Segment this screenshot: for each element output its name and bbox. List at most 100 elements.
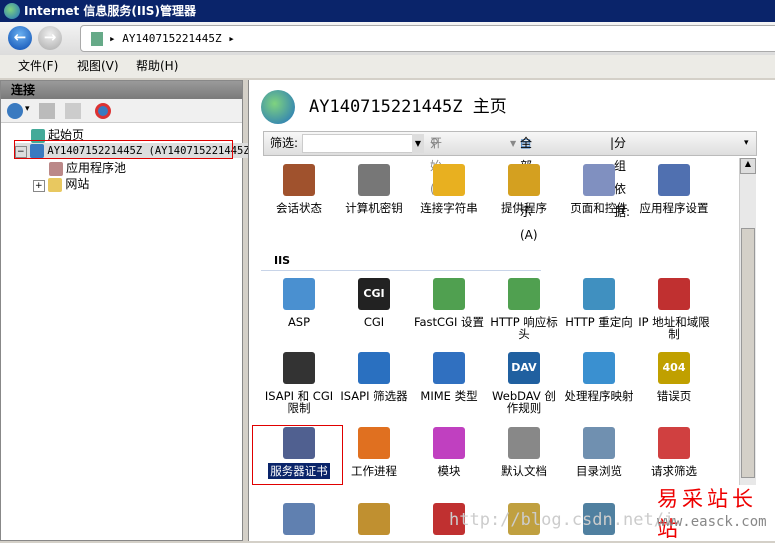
up-icon[interactable] — [65, 103, 81, 119]
go-dropdown-icon[interactable]: ▼ — [510, 132, 516, 155]
feature-error-pages[interactable]: 404 错误页 — [637, 352, 711, 402]
feature-logging[interactable] — [262, 503, 336, 541]
vertical-scrollbar[interactable]: ▲ — [739, 158, 756, 485]
filter-label: 筛选: — [270, 136, 299, 150]
modules-icon — [433, 427, 465, 459]
feature-cgi[interactable]: CGI CGI — [337, 278, 411, 328]
feature-authentication[interactable] — [337, 503, 411, 541]
breadcrumb-arrow-icon[interactable]: ▸ — [222, 32, 235, 45]
asp-icon — [283, 278, 315, 310]
webdav-icon: DAV — [508, 352, 540, 384]
connections-pane: 连接 ▾ 起始页 − AY140715221445Z (AY1407152214… — [0, 80, 252, 541]
feature-ip-restrictions[interactable]: IP 地址和域限制 — [637, 278, 711, 340]
page-title: AY140715221445Z 主页 — [309, 97, 507, 117]
forward-button[interactable]: → — [38, 26, 62, 50]
filter-input[interactable] — [302, 134, 424, 153]
toolbar-overflow-icon[interactable]: ▾ — [744, 132, 749, 155]
address-bar: ← → ▸ AY140715221445Z ▸ — [0, 22, 775, 55]
filter-dropdown-icon[interactable]: ▼ — [412, 134, 424, 153]
feature-label: WebDAV 创作规则 — [492, 389, 556, 415]
feature-fastcgi[interactable]: FastCGI 设置 — [412, 278, 486, 328]
default-document-icon — [508, 427, 540, 459]
ip-restrictions-icon — [658, 278, 690, 310]
feature-directory-browsing[interactable]: 目录浏览 — [562, 427, 636, 477]
feature-http-redirect[interactable]: HTTP 重定向 — [562, 278, 636, 328]
feature-isapi-cgi[interactable]: ISAPI 和 CGI 限制 — [262, 352, 336, 414]
watermark-url: http://blog.csdn.net/i — [449, 510, 675, 530]
feature-connection-strings[interactable]: 连接字符串 — [412, 164, 486, 214]
pages-controls-icon — [583, 164, 615, 196]
section-header-iis: IIS — [274, 254, 291, 267]
features-pane: AY140715221445Z 主页 筛选: ▼ ⚲开始(G) ▼ ▤全部显示(… — [248, 80, 775, 541]
feature-http-headers[interactable]: HTTP 响应标头 — [487, 278, 561, 340]
group-by-label[interactable]: | 分组依据: — [610, 132, 630, 219]
window-title: Internet 信息服务(IIS)管理器 — [24, 4, 196, 18]
feature-label: 会话状态 — [276, 201, 322, 215]
feature-label: MIME 类型 — [420, 389, 478, 403]
filter-bar: 筛选: ▼ ⚲开始(G) ▼ ▤全部显示(A) |分组依据: ▾ — [263, 131, 757, 242]
mime-types-icon — [433, 352, 465, 384]
section-divider — [261, 270, 541, 271]
feature-label: HTTP 响应标头 — [490, 315, 558, 341]
back-button[interactable]: ← — [8, 26, 32, 50]
feature-label: 请求筛选 — [651, 464, 697, 478]
menu-file[interactable]: 文件(F) — [18, 55, 58, 78]
isapi-filters-icon — [358, 352, 390, 384]
iis-app-icon — [4, 3, 20, 19]
feature-app-settings[interactable]: 应用程序设置 — [637, 164, 711, 214]
save-icon[interactable] — [39, 103, 55, 119]
connection-strings-icon — [433, 164, 465, 196]
menu-view[interactable]: 视图(V) — [77, 55, 119, 78]
chevron-down-icon[interactable]: ▾ — [25, 104, 30, 114]
authentication-icon — [358, 503, 390, 535]
feature-label: 默认文档 — [501, 464, 547, 478]
folder-icon — [48, 177, 63, 192]
expand-icon[interactable]: + — [33, 180, 45, 192]
server-globe-icon — [261, 90, 295, 124]
feature-session-state[interactable]: 会话状态 — [262, 164, 336, 214]
feature-label: CGI — [363, 315, 385, 329]
machine-key-icon — [358, 164, 390, 196]
disconnect-icon[interactable] — [95, 103, 111, 119]
feature-label: 错误页 — [656, 389, 692, 403]
feature-default-document[interactable]: 默认文档 — [487, 427, 561, 477]
feature-label: 连接字符串 — [420, 201, 478, 215]
tree-label: 网站 — [65, 177, 90, 191]
isapi-cgi-icon — [283, 352, 315, 384]
watermark-site: www.easck.com — [657, 514, 767, 530]
feature-modules[interactable]: 模块 — [412, 427, 486, 477]
menu-help[interactable]: 帮助(H) — [136, 55, 178, 78]
feature-webdav[interactable]: DAV WebDAV 创作规则 — [487, 352, 561, 414]
feature-label: 计算机密钥 — [345, 201, 403, 215]
feature-worker-processes[interactable]: 工作进程 — [337, 427, 411, 477]
feature-label: ASP — [287, 315, 311, 329]
scroll-thumb[interactable] — [741, 228, 755, 478]
feature-label: ISAPI 和 CGI 限制 — [264, 389, 334, 415]
feature-mime-types[interactable]: MIME 类型 — [412, 352, 486, 402]
scroll-up-button[interactable]: ▲ — [740, 158, 756, 174]
breadcrumb-arrow-icon: ▸ — [109, 32, 123, 45]
connections-header: 连接 — [1, 81, 242, 99]
feature-pages-controls[interactable]: 页面和控件 — [562, 164, 636, 214]
feature-machine-key[interactable]: 计算机密钥 — [337, 164, 411, 214]
breadcrumb[interactable]: ▸ AY140715221445Z ▸ — [80, 25, 775, 52]
feature-label: 目录浏览 — [576, 464, 622, 478]
feature-label: IP 地址和域限制 — [638, 315, 710, 341]
feature-providers[interactable]: 提供程序 — [487, 164, 561, 214]
fastcgi-icon — [433, 278, 465, 310]
highlight-box — [252, 425, 343, 485]
tree-item-app-pools[interactable]: 应用程序池 — [49, 159, 126, 176]
feature-isapi-filters[interactable]: ISAPI 筛选器 — [337, 352, 411, 402]
http-redirect-icon — [583, 278, 615, 310]
app-settings-icon — [658, 164, 690, 196]
server-icon — [91, 32, 103, 46]
feature-asp[interactable]: ASP — [262, 278, 336, 328]
connect-icon[interactable] — [7, 103, 23, 119]
request-filtering-icon — [658, 427, 690, 459]
feature-handler-mappings[interactable]: 处理程序映射 — [562, 352, 636, 402]
feature-label: 应用程序设置 — [639, 201, 709, 215]
breadcrumb-server[interactable]: AY140715221445Z — [122, 32, 221, 45]
feature-label: ISAPI 筛选器 — [340, 389, 408, 403]
feature-request-filtering[interactable]: 请求筛选 — [637, 427, 711, 477]
tree-item-sites[interactable]: + 网站 — [33, 175, 89, 192]
